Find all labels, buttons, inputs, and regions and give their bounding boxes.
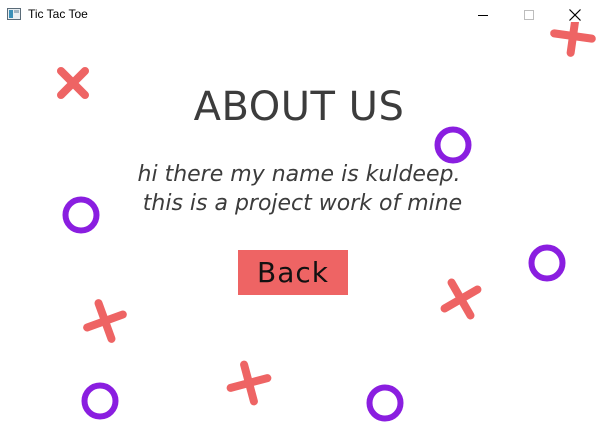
maximize-icon [524,10,534,20]
about-description: hi there my name is kuldeep. this is a p… [137,162,463,216]
cross-icon [226,360,272,406]
circle-icon [366,384,404,422]
circle-icon [528,244,566,282]
about-screen: ABOUT US hi there my name is kuldeep. th… [0,22,598,430]
cross-icon [83,299,127,343]
cross-icon [440,278,482,320]
minimize-icon [478,15,488,16]
close-icon [569,9,581,21]
cross-icon [550,22,596,57]
app-icon [7,8,21,20]
title-bar: Tic Tac Toe [0,0,598,30]
page-title: ABOUT US [193,84,405,130]
maximize-button[interactable] [506,0,552,30]
minimize-button[interactable] [460,0,506,30]
window-title: Tic Tac Toe [28,7,88,21]
back-button[interactable]: Back [238,250,348,295]
circle-icon [81,382,119,420]
